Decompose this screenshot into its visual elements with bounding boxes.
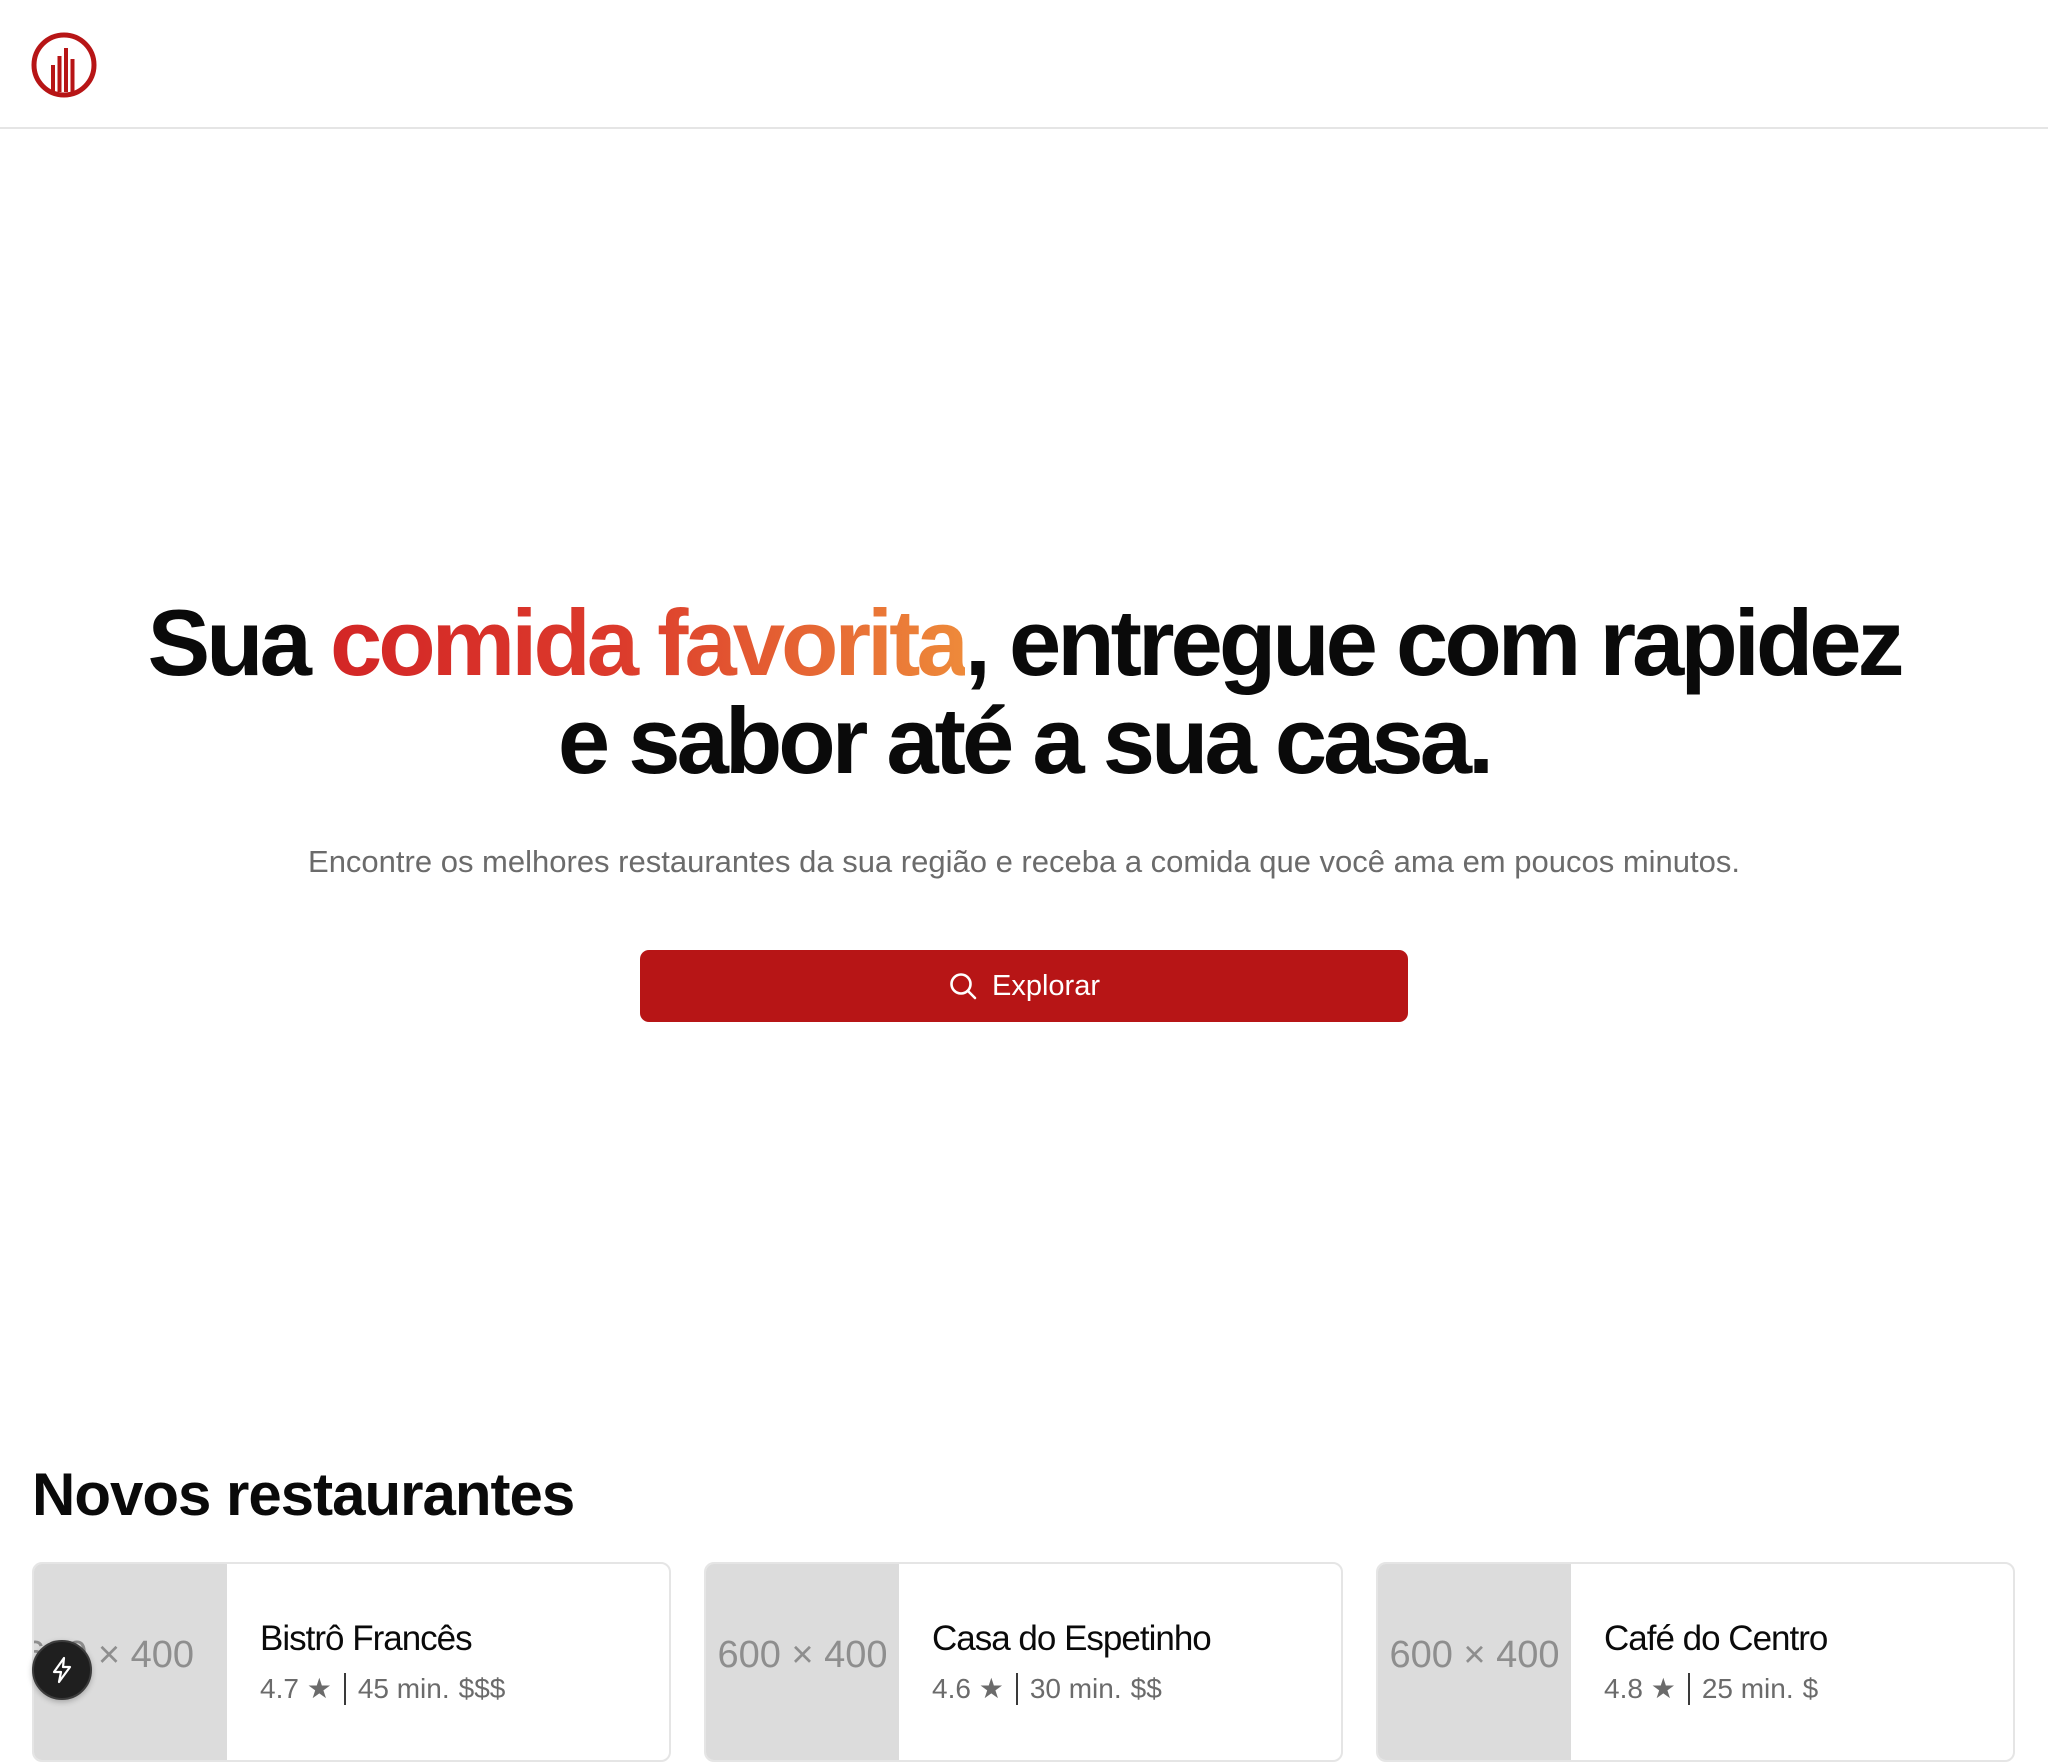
hero-title: Sua comida favorita, entregue com rapide… <box>124 594 1924 790</box>
restaurant-name: Casa do Espetinho <box>932 1619 1212 1658</box>
restaurant-meta: 4.6 ★ 30 min. $$ <box>932 1672 1162 1706</box>
meta-divider <box>1015 1673 1018 1705</box>
restaurant-name: Bistrô Francês <box>260 1619 473 1658</box>
hero-title-start: Sua <box>147 590 330 695</box>
hero-title-highlight: comida favorita <box>329 590 969 695</box>
search-icon <box>950 973 977 1000</box>
restaurant-rating: 4.6 ★ <box>932 1673 1004 1704</box>
restaurant-delivery-time: 30 min. <box>1029 1673 1122 1704</box>
restaurant-rating: 4.8 ★ <box>1604 1673 1676 1704</box>
restaurant-price-level: $ <box>1802 1673 1819 1704</box>
restaurant-price-level: $$$ <box>458 1673 506 1704</box>
top-navbar <box>0 0 2048 129</box>
restaurant-delivery-time: 25 min. <box>1701 1673 1794 1704</box>
hero-subtitle: Encontre os melhores restaurantes da sua… <box>308 844 1740 879</box>
restaurant-card[interactable]: 600 × 400 Bistrô Francês 4.7 ★ 45 min. $… <box>32 1562 671 1762</box>
meta-divider <box>343 1673 346 1705</box>
restaurant-delivery-time: 45 min. <box>357 1673 450 1704</box>
explore-button-label: Explorar <box>992 969 1100 1002</box>
bar-chart-circle-logo-icon <box>31 32 97 98</box>
lightning-icon <box>52 1656 72 1684</box>
meta-divider <box>1687 1673 1690 1705</box>
restaurant-image-placeholder: 600 × 400 <box>706 1564 899 1760</box>
image-placeholder-text: 600 × 400 <box>717 1634 888 1676</box>
restaurant-card[interactable]: 600 × 400 Casa do Espetinho 4.6 ★ 30 min… <box>704 1562 1343 1762</box>
image-placeholder-text: 600 × 400 <box>1389 1634 1560 1676</box>
restaurant-image-placeholder: 600 × 400 <box>1378 1564 1571 1760</box>
restaurant-card[interactable]: 600 × 400 Café do Centro 4.8 ★ 25 min. $ <box>1376 1562 2015 1762</box>
restaurant-name: Café do Centro <box>1604 1619 1828 1658</box>
floating-action-button[interactable] <box>32 1640 92 1700</box>
explore-button[interactable]: Explorar <box>640 950 1408 1022</box>
new-restaurants-title: Novos restaurantes <box>32 1461 575 1528</box>
restaurant-meta: 4.8 ★ 25 min. $ <box>1604 1672 1818 1706</box>
restaurant-rating: 4.7 ★ <box>260 1673 332 1704</box>
restaurant-meta: 4.7 ★ 45 min. $$$ <box>260 1672 505 1706</box>
restaurant-price-level: $$ <box>1130 1673 1162 1704</box>
